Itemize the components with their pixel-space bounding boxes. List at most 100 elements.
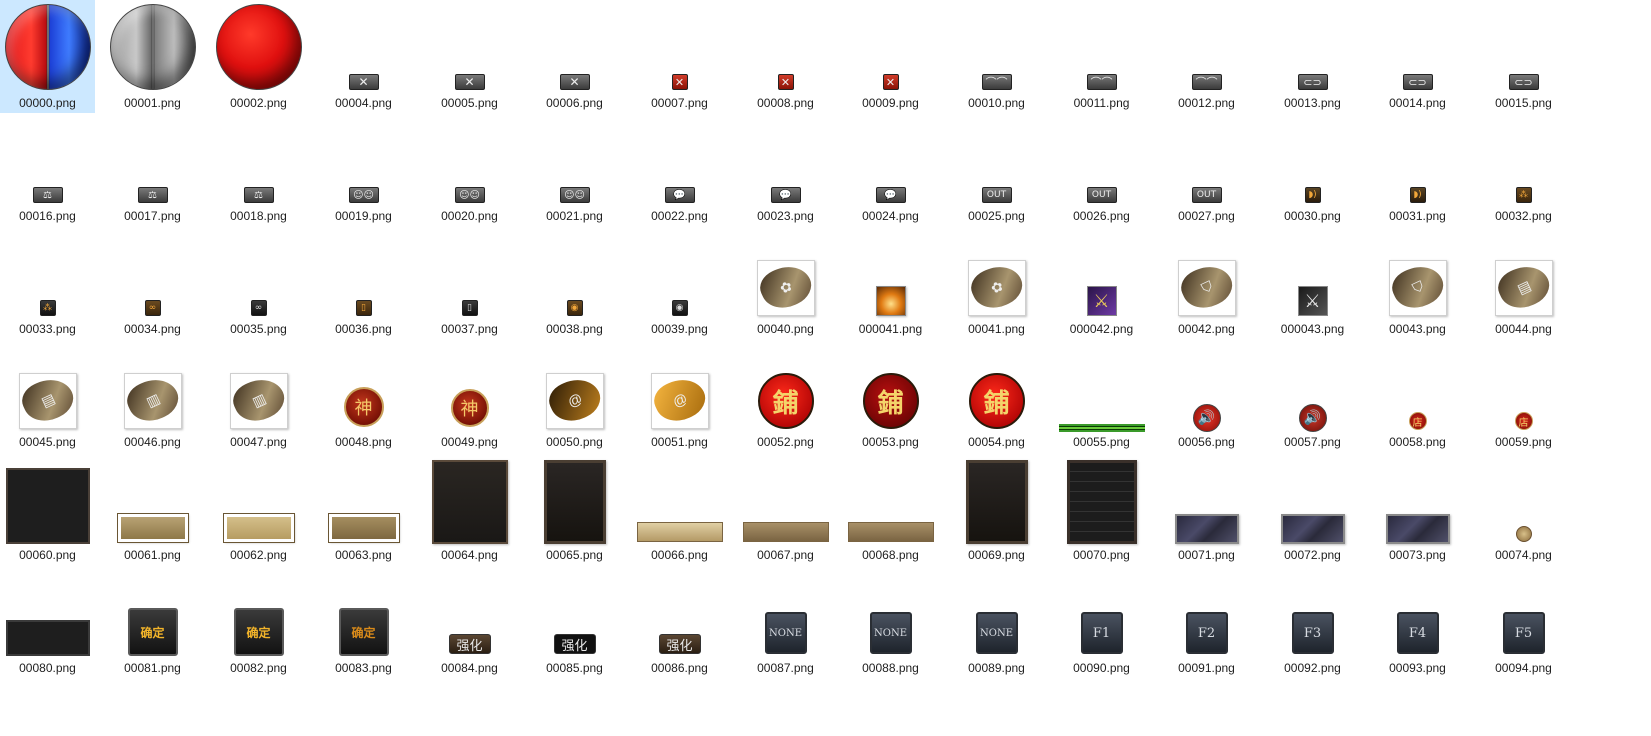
file-item[interactable]: 00072.png bbox=[1265, 452, 1360, 565]
file-item[interactable]: ☺☺ 00019.png bbox=[316, 113, 411, 226]
file-item[interactable]: 确定 00081.png bbox=[105, 565, 200, 678]
file-item[interactable]: NONE 00087.png bbox=[738, 565, 833, 678]
file-item[interactable]: ⚖ 00017.png bbox=[105, 113, 200, 226]
file-name-label: 00012.png bbox=[1178, 96, 1235, 110]
file-item[interactable]: ✕ 00009.png bbox=[843, 0, 938, 113]
file-item[interactable]: 00062.png bbox=[211, 452, 306, 565]
file-item[interactable]: 00061.png bbox=[105, 452, 200, 565]
file-item[interactable]: 00002.png bbox=[211, 0, 306, 113]
file-item[interactable]: ▯ 00037.png bbox=[422, 226, 517, 339]
file-item[interactable]: ◗) 00031.png bbox=[1370, 113, 1465, 226]
file-item[interactable]: ✕ 00007.png bbox=[632, 0, 727, 113]
file-item[interactable]: 00063.png bbox=[316, 452, 411, 565]
file-name-label: 00044.png bbox=[1495, 322, 1552, 336]
file-item[interactable]: F3 00092.png bbox=[1265, 565, 1360, 678]
file-item[interactable]: ◗) 00030.png bbox=[1265, 113, 1360, 226]
file-item[interactable]: ✕ 00005.png bbox=[422, 0, 517, 113]
file-item[interactable]: 00073.png bbox=[1370, 452, 1465, 565]
file-item[interactable]: @00051.png bbox=[632, 339, 727, 452]
file-item[interactable]: ⁂ 00032.png bbox=[1476, 113, 1571, 226]
key-button-icon: F2 bbox=[1185, 612, 1228, 654]
file-item[interactable]: ⊂⊃ 00013.png bbox=[1265, 0, 1360, 113]
file-item[interactable]: ⛉ 00042.png bbox=[1159, 226, 1254, 339]
file-item[interactable]: OUT 00026.png bbox=[1054, 113, 1149, 226]
file-item[interactable]: ⚖ 00018.png bbox=[211, 113, 306, 226]
file-item[interactable]: 00001.png bbox=[105, 0, 200, 113]
file-item[interactable]: F5 00094.png bbox=[1476, 565, 1571, 678]
file-item[interactable]: 00000.png bbox=[0, 0, 95, 113]
file-item[interactable]: ▤ 00045.png bbox=[0, 339, 95, 452]
file-item[interactable]: 00071.png bbox=[1159, 452, 1254, 565]
file-item[interactable]: 00074.png bbox=[1476, 452, 1571, 565]
file-item[interactable]: 神 00049.png bbox=[422, 339, 517, 452]
file-item[interactable]: ✕ 00004.png bbox=[316, 0, 411, 113]
file-item[interactable]: ⊂⊃ 00015.png bbox=[1476, 0, 1571, 113]
file-item[interactable]: 店 00058.png bbox=[1370, 339, 1465, 452]
file-item[interactable]: ⚔ 000043.png bbox=[1265, 226, 1360, 339]
book-small-icon: ▯ bbox=[355, 300, 372, 316]
file-item[interactable]: ⌒⌒ 00011.png bbox=[1054, 0, 1149, 113]
file-item[interactable]: 00064.png bbox=[422, 452, 517, 565]
file-name-label: 00047.png bbox=[230, 435, 287, 449]
file-item[interactable]: OUT 00027.png bbox=[1159, 113, 1254, 226]
file-item[interactable]: 强化 00084.png bbox=[422, 565, 517, 678]
file-item[interactable]: ∞ 00034.png bbox=[105, 226, 200, 339]
file-item[interactable]: ✕ 00006.png bbox=[527, 0, 622, 113]
file-name-label: 00059.png bbox=[1495, 435, 1552, 449]
file-item[interactable]: OUT 00025.png bbox=[949, 113, 1044, 226]
file-item[interactable]: 🔊 00056.png bbox=[1159, 339, 1254, 452]
icon-text: 强化 bbox=[561, 638, 588, 654]
file-item[interactable]: ✕ 00008.png bbox=[738, 0, 833, 113]
file-item[interactable]: NONE 00089.png bbox=[949, 565, 1044, 678]
file-item[interactable]: 00065.png bbox=[527, 452, 622, 565]
red-blue-orb-icon bbox=[4, 4, 91, 90]
file-item[interactable]: ∞ 00035.png bbox=[211, 226, 306, 339]
file-name-label: 00083.png bbox=[335, 661, 392, 675]
file-item[interactable]: ⌒⌒ 00010.png bbox=[949, 0, 1044, 113]
file-item[interactable]: 💬 00023.png bbox=[738, 113, 833, 226]
file-item[interactable]: ✿ 00040.png bbox=[738, 226, 833, 339]
file-item[interactable]: ◉ 00038.png bbox=[527, 226, 622, 339]
file-item[interactable]: ⛉ 00043.png bbox=[1370, 226, 1465, 339]
file-item[interactable]: 00069.png bbox=[949, 452, 1044, 565]
file-item[interactable]: 💬 00024.png bbox=[843, 113, 938, 226]
file-item[interactable]: ☺☺ 00021.png bbox=[527, 113, 622, 226]
file-item[interactable]: ▥ 00046.png bbox=[105, 339, 200, 452]
file-item[interactable]: 店 00059.png bbox=[1476, 339, 1571, 452]
file-item[interactable]: ⚔ 000042.png bbox=[1054, 226, 1149, 339]
file-item[interactable]: ✿ 00041.png bbox=[949, 226, 1044, 339]
file-item[interactable]: ⌒⌒ 00012.png bbox=[1159, 0, 1254, 113]
file-item[interactable]: 00060.png bbox=[0, 452, 95, 565]
file-item[interactable]: 鋪 00052.png bbox=[738, 339, 833, 452]
file-item[interactable]: ☺☺ 00020.png bbox=[422, 113, 517, 226]
file-item[interactable]: F1 00090.png bbox=[1054, 565, 1149, 678]
file-item[interactable]: 确定 00082.png bbox=[211, 565, 306, 678]
file-item[interactable]: 00068.png bbox=[843, 452, 938, 565]
file-item[interactable]: 000041.png bbox=[843, 226, 938, 339]
file-item[interactable]: 00080.png bbox=[0, 565, 95, 678]
file-item[interactable]: 强化 00085.png bbox=[527, 565, 622, 678]
file-item[interactable]: ⚖ 00016.png bbox=[0, 113, 95, 226]
file-item[interactable]: 00067.png bbox=[738, 452, 833, 565]
file-name-label: 00080.png bbox=[19, 661, 76, 675]
file-item[interactable]: ▯ 00036.png bbox=[316, 226, 411, 339]
file-item[interactable]: F4 00093.png bbox=[1370, 565, 1465, 678]
file-item[interactable]: 鋪 00053.png bbox=[843, 339, 938, 452]
file-item[interactable]: @00050.png bbox=[527, 339, 622, 452]
file-item[interactable]: 鋪 00054.png bbox=[949, 339, 1044, 452]
file-item[interactable]: ▥ 00047.png bbox=[211, 339, 306, 452]
file-item[interactable]: 00055.png bbox=[1054, 339, 1149, 452]
file-item[interactable]: 00070.png bbox=[1054, 452, 1149, 565]
file-item[interactable]: 强化 00086.png bbox=[632, 565, 727, 678]
file-item[interactable]: 确定 00083.png bbox=[316, 565, 411, 678]
file-item[interactable]: F2 00091.png bbox=[1159, 565, 1254, 678]
file-item[interactable]: ⁂ 00033.png bbox=[0, 226, 95, 339]
file-item[interactable]: ▤ 00044.png bbox=[1476, 226, 1571, 339]
file-item[interactable]: NONE 00088.png bbox=[843, 565, 938, 678]
file-item[interactable]: ◉ 00039.png bbox=[632, 226, 727, 339]
file-item[interactable]: 🔊 00057.png bbox=[1265, 339, 1360, 452]
file-item[interactable]: 神 00048.png bbox=[316, 339, 411, 452]
file-item[interactable]: 00066.png bbox=[632, 452, 727, 565]
file-item[interactable]: 💬 00022.png bbox=[632, 113, 727, 226]
file-item[interactable]: ⊂⊃ 00014.png bbox=[1370, 0, 1465, 113]
